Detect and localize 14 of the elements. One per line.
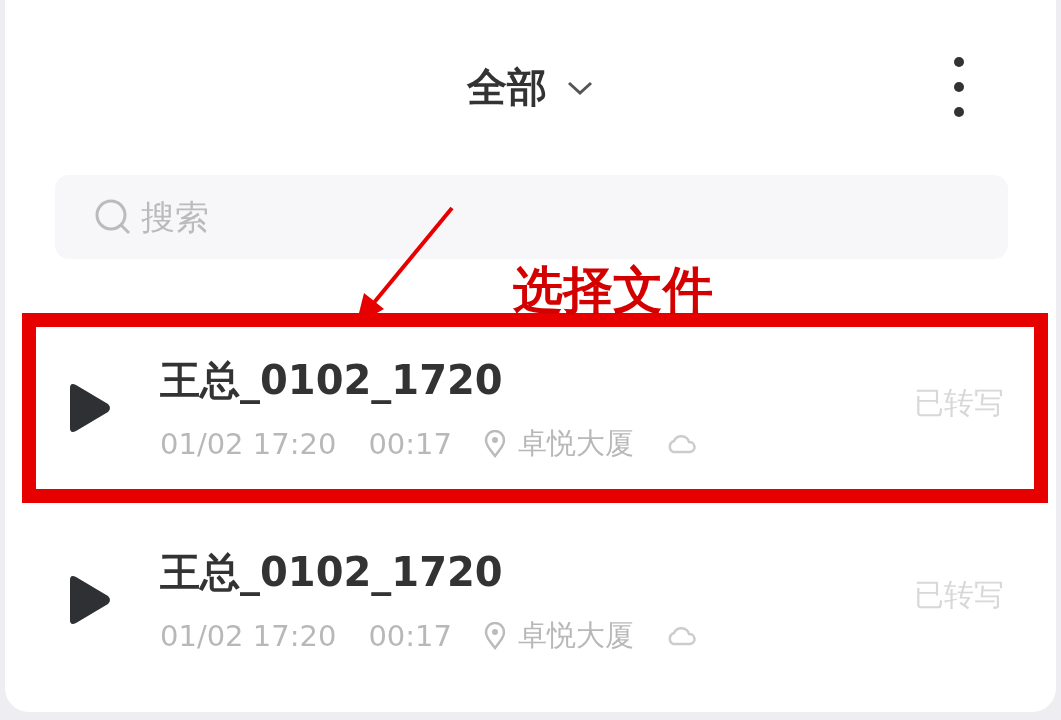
search-field[interactable]: 搜索 — [55, 175, 1008, 259]
recording-title: 王总_0102_1720 — [160, 355, 504, 406]
recording-location: 卓悦大厦 — [517, 424, 634, 462]
recording-duration: 00:17 — [368, 426, 452, 461]
more-icon[interactable] — [952, 55, 966, 119]
filter-dropdown[interactable]: 全部 — [466, 60, 595, 115]
recording-location: 卓悦大厦 — [517, 616, 634, 654]
location-pin-icon — [483, 429, 506, 458]
recording-title: 王总_0102_1720 — [160, 547, 504, 598]
search-icon — [93, 197, 133, 237]
recording-date: 01/02 17:20 — [160, 618, 337, 653]
location-pin-icon — [483, 621, 506, 650]
recording-duration: 00:17 — [368, 618, 452, 653]
recording-date: 01/02 17:20 — [160, 426, 337, 461]
